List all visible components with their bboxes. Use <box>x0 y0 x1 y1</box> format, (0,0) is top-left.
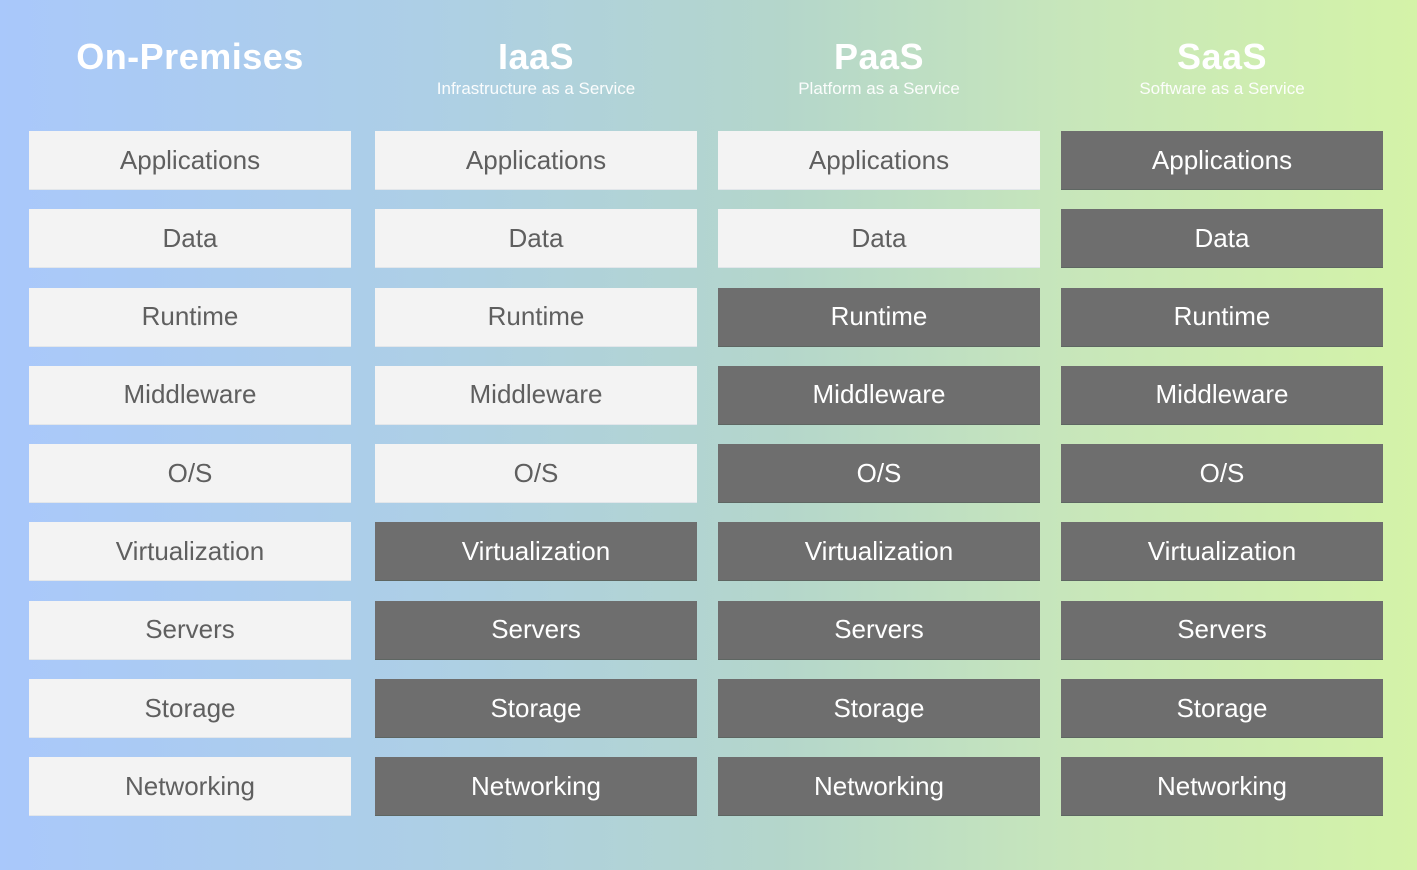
layer-cell-data: Data <box>1061 209 1383 269</box>
column-subtitle: Software as a Service <box>1139 79 1305 98</box>
layer-cell-middleware: Middleware <box>375 365 697 425</box>
layer-cell-middleware: Middleware <box>29 365 351 425</box>
layer-cell-applications: Applications <box>718 131 1040 190</box>
column-subtitle: Infrastructure as a Service <box>436 79 636 98</box>
column-header: IaaS Infrastructure as a Service <box>375 0 697 131</box>
layer-cell-applications: Applications <box>29 131 351 190</box>
layer-cell-middleware: Middleware <box>718 365 1040 425</box>
column-on-premises: On-Premises Applications Data Runtime Middl… <box>29 0 351 836</box>
layer-cell-data: Data <box>29 209 351 269</box>
layer-cell-middleware: Middleware <box>1061 365 1383 425</box>
layer-cell-storage: Storage <box>375 679 697 739</box>
layer-cell-runtime: Runtime <box>718 287 1040 347</box>
layer-cell-virtualization: Virtualization <box>29 522 351 582</box>
layer-cell-storage: Storage <box>29 679 351 739</box>
column-title: On-Premises <box>76 36 304 77</box>
column-paas: PaaS Platform as a Service Applications D… <box>718 0 1040 836</box>
layer-cell-networking: Networking <box>29 757 351 817</box>
layer-cell-virtualization: Virtualization <box>375 522 697 582</box>
layer-cell-networking: Networking <box>375 757 697 817</box>
layer-cell-applications: Applications <box>375 131 697 190</box>
layer-cell-servers: Servers <box>1061 600 1383 660</box>
layer-cell-data: Data <box>375 209 697 269</box>
layer-cell-os: O/S <box>375 444 697 504</box>
column-header: PaaS Platform as a Service <box>718 0 1040 131</box>
layer-stack: Applications Data Runtime Middleware O/S Virt… <box>375 131 697 817</box>
layer-cell-networking: Networking <box>718 757 1040 817</box>
layer-cell-os: O/S <box>1061 444 1383 504</box>
layer-cell-networking: Networking <box>1061 757 1383 817</box>
column-saas: SaaS Software as a Service Applications D… <box>1061 0 1383 836</box>
layer-cell-servers: Servers <box>375 600 697 660</box>
layer-cell-servers: Servers <box>29 600 351 660</box>
layer-cell-os: O/S <box>718 444 1040 504</box>
layer-cell-runtime: Runtime <box>1061 287 1383 347</box>
layer-cell-servers: Servers <box>718 600 1040 660</box>
column-iaas: IaaS Infrastructure as a Service Applica… <box>375 0 697 836</box>
layer-stack: Applications Data Runtime Middleware O/S Virt… <box>29 131 351 817</box>
layer-cell-applications: Applications <box>1061 131 1383 190</box>
layer-stack: Applications Data Runtime Middleware O/S Virt… <box>1061 131 1383 817</box>
column-subtitle: Platform as a Service <box>798 79 960 98</box>
column-title: IaaS <box>497 36 575 77</box>
layer-stack: Applications Data Runtime Middleware O/S Virt… <box>718 131 1040 817</box>
column-title: PaaS <box>833 36 925 77</box>
column-title: SaaS <box>1176 36 1268 77</box>
layer-cell-storage: Storage <box>718 679 1040 739</box>
layer-cell-virtualization: Virtualization <box>1061 522 1383 582</box>
layer-cell-os: O/S <box>29 444 351 504</box>
layer-cell-virtualization: Virtualization <box>718 522 1040 582</box>
layer-cell-storage: Storage <box>1061 679 1383 739</box>
column-header: SaaS Software as a Service <box>1061 0 1383 131</box>
column-header: On-Premises <box>29 0 351 131</box>
layer-cell-runtime: Runtime <box>29 287 351 347</box>
layer-cell-runtime: Runtime <box>375 287 697 347</box>
layer-cell-data: Data <box>718 209 1040 269</box>
